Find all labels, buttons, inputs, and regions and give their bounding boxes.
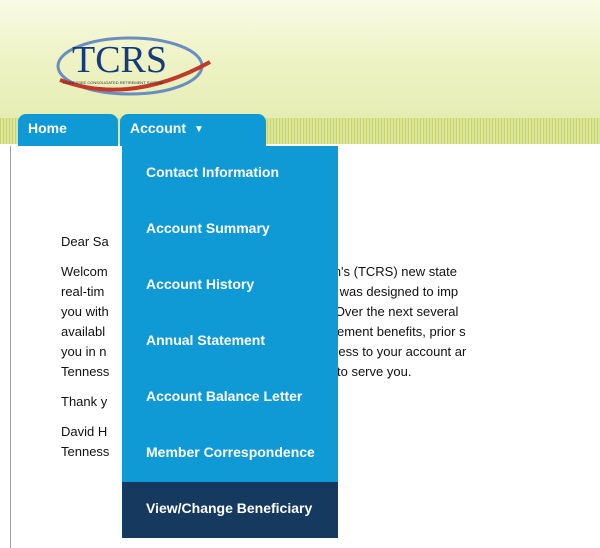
menu-item-account-balance-letter[interactable]: Account Balance Letter bbox=[122, 370, 338, 426]
svg-text:TENNESSEE CONSOLIDATED RETIREM: TENNESSEE CONSOLIDATED RETIREMENT SYSTEM bbox=[62, 80, 163, 85]
nav-tab-account[interactable]: Account ▼ bbox=[120, 114, 266, 146]
menu-item-contact-information[interactable]: Contact Information bbox=[122, 146, 338, 202]
account-dropdown-menu: Contact Information Account Summary Acco… bbox=[122, 146, 338, 538]
menu-item-account-history[interactable]: Account History bbox=[122, 258, 338, 314]
menu-item-account-summary[interactable]: Account Summary bbox=[122, 202, 338, 258]
nav-tab-home[interactable]: Home bbox=[18, 114, 118, 146]
tcrs-logo[interactable]: TCRS TENNESSEE CONSOLIDATED RETIREMENT S… bbox=[50, 22, 220, 100]
menu-item-annual-statement[interactable]: Annual Statement bbox=[122, 314, 338, 370]
caret-down-icon: ▼ bbox=[194, 124, 204, 135]
content-left-border bbox=[10, 146, 11, 548]
svg-text:TCRS: TCRS bbox=[72, 39, 167, 81]
menu-item-member-correspondence[interactable]: Member Correspondence bbox=[122, 426, 338, 482]
nav-tab-home-label: Home bbox=[28, 120, 67, 136]
nav-tab-account-label: Account bbox=[130, 120, 186, 136]
menu-item-view-change-beneficiary[interactable]: View/Change Beneficiary bbox=[122, 482, 338, 538]
